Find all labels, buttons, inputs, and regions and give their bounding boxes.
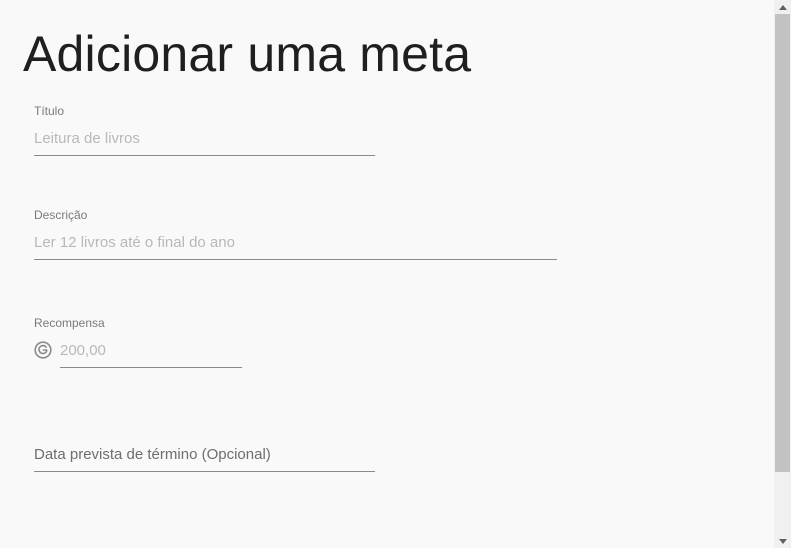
page-title: Adicionar uma meta <box>23 26 472 82</box>
scroll-down-arrow-icon[interactable] <box>774 534 791 548</box>
vertical-scrollbar[interactable] <box>774 0 791 548</box>
add-goal-page: Adicionar uma meta Título Descrição Reco… <box>0 0 791 548</box>
scrollbar-thumb[interactable] <box>775 14 790 472</box>
scroll-up-arrow-icon[interactable] <box>774 0 791 14</box>
due-date-input[interactable] <box>34 446 375 472</box>
description-field-label: Descrição <box>34 208 88 222</box>
reward-field-label: Recompensa <box>34 316 105 330</box>
reward-input[interactable] <box>60 342 242 368</box>
title-input[interactable] <box>34 130 375 156</box>
description-input[interactable] <box>34 234 557 260</box>
coin-icon <box>34 341 52 359</box>
title-field-label: Título <box>34 104 65 118</box>
